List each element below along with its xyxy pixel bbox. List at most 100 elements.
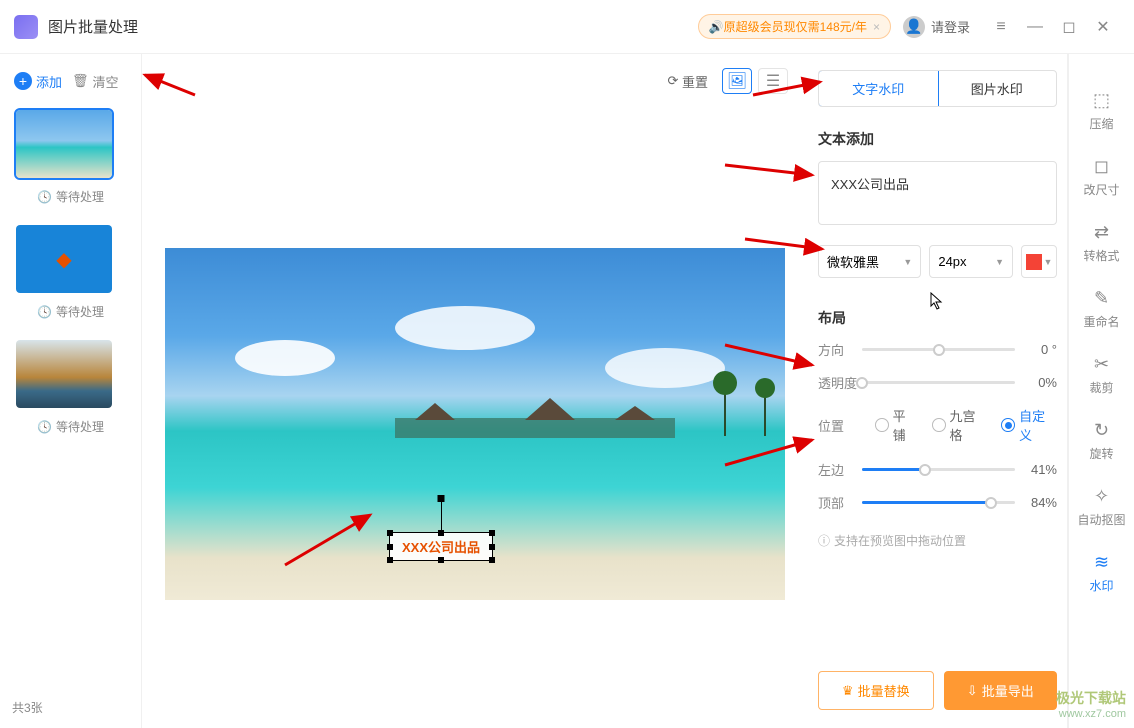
trash-icon: 🗑: [72, 73, 89, 89]
watermark-box[interactable]: XXX公司出品: [389, 532, 493, 561]
batch-export-label: 批量导出: [982, 681, 1034, 700]
close-icon[interactable]: ×: [873, 20, 880, 34]
add-button[interactable]: + 添加: [14, 72, 62, 91]
branding-watermark: 极光下载站 www.xz7.com: [1056, 688, 1126, 720]
promo-banner[interactable]: 🔊 原超级会员现仅需148元/年 ×: [698, 14, 891, 39]
thumb-status-text: 等待处理: [56, 418, 104, 435]
tool-icon: ↻: [1094, 420, 1109, 441]
clear-button[interactable]: 🗑 清空: [72, 72, 119, 91]
radio-label: 自定义: [1019, 406, 1057, 444]
left-offset-slider[interactable]: [862, 468, 1015, 471]
tool-label: 压缩: [1089, 115, 1113, 132]
tool-旋转[interactable]: ↻ 旋转: [1069, 408, 1134, 474]
tool-label: 水印: [1089, 577, 1113, 594]
app-title: 图片批量处理: [48, 16, 138, 37]
reset-label: 重置: [682, 72, 708, 91]
clock-icon: 🕓: [37, 305, 52, 319]
close-button[interactable]: ✕: [1086, 10, 1120, 44]
direction-label: 方向: [818, 340, 862, 359]
view-list-button[interactable]: ☰: [758, 68, 788, 94]
font-name-value: 微软雅黑: [827, 252, 879, 271]
radio-label: 九宫格: [950, 406, 988, 444]
left-offset-label: 左边: [818, 460, 862, 479]
tool-sidebar: ⬚ 压缩 ◻改尺寸 ⇄ 转格式 ✎ 重命名 ✂ 裁剪 ↻ 旋转 ✧自动抠图 ≋ 水印: [1068, 54, 1134, 728]
image-icon: 🖼: [727, 71, 747, 91]
tool-label: 重命名: [1083, 313, 1119, 330]
clock-icon: 🕓: [37, 420, 52, 434]
tool-label: 旋转: [1089, 445, 1113, 462]
chevron-down-icon: ▼: [1044, 257, 1053, 267]
top-offset-label: 顶部: [818, 493, 862, 512]
chevron-down-icon: ▼: [903, 257, 912, 267]
radio-label: 平铺: [893, 406, 918, 444]
top-offset-value: 84%: [1015, 495, 1057, 510]
tool-icon: ◻: [1094, 156, 1109, 177]
opacity-slider[interactable]: [862, 381, 1015, 384]
position-custom-radio[interactable]: 自定义: [1001, 406, 1057, 444]
thumb-item[interactable]: ◆ 🕓等待处理: [14, 223, 127, 320]
tool-水印[interactable]: ≋ 水印: [1069, 540, 1134, 606]
thumb-item[interactable]: 🕓 等待处理: [14, 108, 127, 205]
app-icon: [14, 15, 38, 39]
tool-icon: ≋: [1094, 552, 1109, 573]
tool-转格式[interactable]: ⇄ 转格式: [1069, 210, 1134, 276]
speaker-icon: 🔊: [709, 20, 724, 34]
tool-压缩[interactable]: ⬚ 压缩: [1069, 78, 1134, 144]
maximize-button[interactable]: ◻: [1052, 10, 1086, 44]
crown-icon: ♛: [842, 683, 854, 699]
reset-button[interactable]: ⟳ 重置: [667, 72, 708, 91]
thumb-status-text: 等待处理: [56, 188, 104, 205]
promo-text: 原超级会员现仅需148元/年: [724, 18, 867, 35]
add-label: 添加: [36, 72, 62, 91]
thumb-status-text: 等待处理: [56, 303, 104, 320]
tool-自动抠图[interactable]: ✧自动抠图: [1069, 474, 1134, 540]
preview-image[interactable]: XXX公司出品: [165, 248, 785, 600]
tool-icon: ⬚: [1093, 90, 1110, 111]
tool-icon: ✎: [1094, 288, 1109, 309]
view-image-button[interactable]: 🖼: [722, 68, 752, 94]
image-count: 共3张: [0, 687, 141, 728]
list-icon: ☰: [766, 71, 780, 91]
tool-裁剪[interactable]: ✂ 裁剪: [1069, 342, 1134, 408]
tool-改尺寸[interactable]: ◻改尺寸: [1069, 144, 1134, 210]
tool-icon: ✂: [1094, 354, 1109, 375]
tab-text-watermark[interactable]: 文字水印: [818, 70, 939, 107]
position-grid-radio[interactable]: 九宫格: [932, 406, 988, 444]
top-offset-slider[interactable]: [862, 501, 1015, 504]
avatar[interactable]: 👤: [903, 16, 925, 38]
clear-label: 清空: [93, 72, 119, 91]
tool-label: 裁剪: [1089, 379, 1113, 396]
direction-slider[interactable]: [862, 348, 1015, 351]
export-icon: ⇩: [967, 683, 978, 699]
chevron-down-icon: ▼: [995, 257, 1004, 267]
hint-text: 支持在预览图中拖动位置: [834, 532, 966, 549]
thumb-item[interactable]: 🕓 等待处理: [14, 338, 127, 435]
tool-icon: ✧: [1094, 486, 1109, 507]
minimize-button[interactable]: —: [1018, 10, 1052, 44]
layout-section-title: 布局: [818, 308, 1057, 328]
font-size-value: 24px: [938, 254, 966, 269]
direction-value: 0 °: [1015, 342, 1057, 357]
font-color-picker[interactable]: ▼: [1021, 245, 1057, 278]
tool-label: 转格式: [1083, 247, 1119, 264]
tool-重命名[interactable]: ✎ 重命名: [1069, 276, 1134, 342]
font-family-select[interactable]: 微软雅黑 ▼: [818, 245, 921, 278]
position-label: 位置: [818, 416, 861, 435]
left-offset-value: 41%: [1015, 462, 1057, 477]
font-size-select[interactable]: 24px ▼: [929, 245, 1013, 278]
tab-image-watermark[interactable]: 图片水印: [938, 71, 1057, 106]
tool-icon: ⇄: [1094, 222, 1109, 243]
position-tile-radio[interactable]: 平铺: [875, 406, 918, 444]
menu-icon[interactable]: ≡: [984, 10, 1018, 44]
clock-icon: 🕓: [37, 190, 52, 204]
batch-replace-button[interactable]: ♛ 批量替换: [818, 671, 934, 710]
text-section-title: 文本添加: [818, 129, 1057, 149]
info-icon: ⓘ: [818, 532, 830, 549]
opacity-value: 0%: [1015, 375, 1057, 390]
batch-export-button[interactable]: ⇩ 批量导出: [944, 671, 1058, 710]
drag-hint: ⓘ 支持在预览图中拖动位置: [818, 532, 1057, 549]
watermark-text: XXX公司出品: [402, 540, 480, 555]
refresh-icon: ⟳: [667, 73, 678, 89]
login-link[interactable]: 请登录: [931, 17, 970, 36]
watermark-text-input[interactable]: XXX公司出品: [818, 161, 1057, 225]
